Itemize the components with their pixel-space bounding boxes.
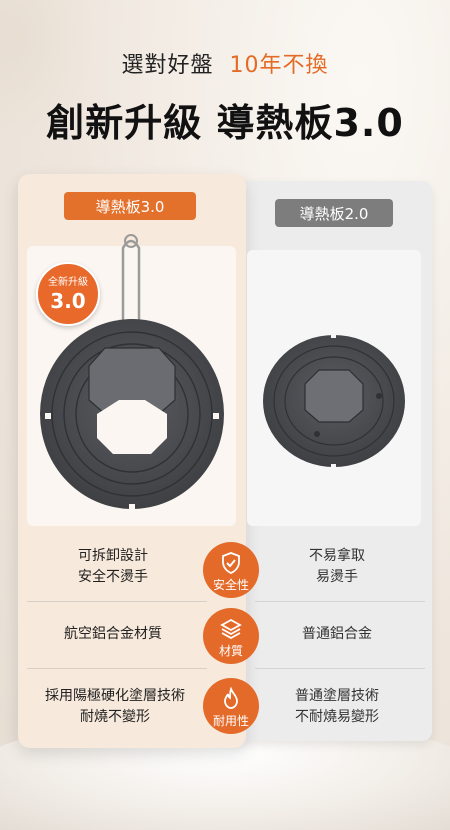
new-version-label: 導熱板3.0 (64, 192, 196, 220)
safety-label: 安全性 (212, 578, 249, 592)
durability-label: 耐用性 (212, 714, 249, 728)
old-version-label: 導熱板2.0 (275, 199, 393, 227)
row-divider (255, 668, 425, 669)
durability-feature-badge: 耐用性 (203, 678, 259, 734)
safety-feature-badge: 安全性 (203, 542, 259, 598)
flame-icon (224, 687, 238, 709)
old-material-text: 普通鋁合金 (262, 624, 412, 645)
subtitle: 選對好盤 10年不換 (0, 47, 450, 79)
row-divider (27, 668, 207, 669)
new-safety-line-1: 可拆卸設計 (78, 548, 148, 564)
new-material-text: 航空鋁合金材質 (28, 624, 198, 645)
new-durability-line-2: 耐燒不變形 (80, 709, 150, 725)
old-safety-line-2: 易燙手 (316, 569, 358, 585)
new-safety-line-2: 安全不燙手 (78, 569, 148, 585)
subtitle-main: 選對好盤 (121, 53, 214, 78)
material-feature-badge: 材質 (203, 608, 259, 664)
new-durability-line-1: 採用陽極硬化塗層技術 (45, 688, 185, 704)
old-durability-line-1: 普通塗層技術 (295, 688, 379, 704)
page-title: 創新升級 導熱板3.0 (46, 101, 404, 145)
subtitle-accent: 10年不換 (229, 53, 329, 78)
shield-check-icon (222, 552, 240, 574)
old-durability-line-2: 不耐燒易變形 (295, 709, 379, 725)
old-safety-line-1: 不易拿取 (309, 548, 365, 564)
old-safety-text: 不易拿取 易燙手 (262, 546, 412, 588)
badge-version: 3.0 (50, 289, 86, 313)
upgrade-badge: 全新升級 3.0 (36, 262, 100, 326)
new-material-line-1: 航空鋁合金材質 (64, 626, 162, 642)
badge-text: 全新升級 (48, 277, 88, 288)
material-label: 材質 (218, 644, 243, 658)
old-durability-text: 普通塗層技術 不耐燒易變形 (262, 686, 412, 728)
new-safety-text: 可拆卸設計 安全不燙手 (28, 546, 198, 588)
layers-icon (220, 618, 242, 640)
row-divider (27, 601, 207, 602)
row-divider (255, 601, 425, 602)
new-durability-text: 採用陽極硬化塗層技術 耐燒不變形 (26, 686, 204, 728)
old-material-line-1: 普通鋁合金 (302, 626, 372, 642)
old-plate-image (263, 333, 405, 469)
